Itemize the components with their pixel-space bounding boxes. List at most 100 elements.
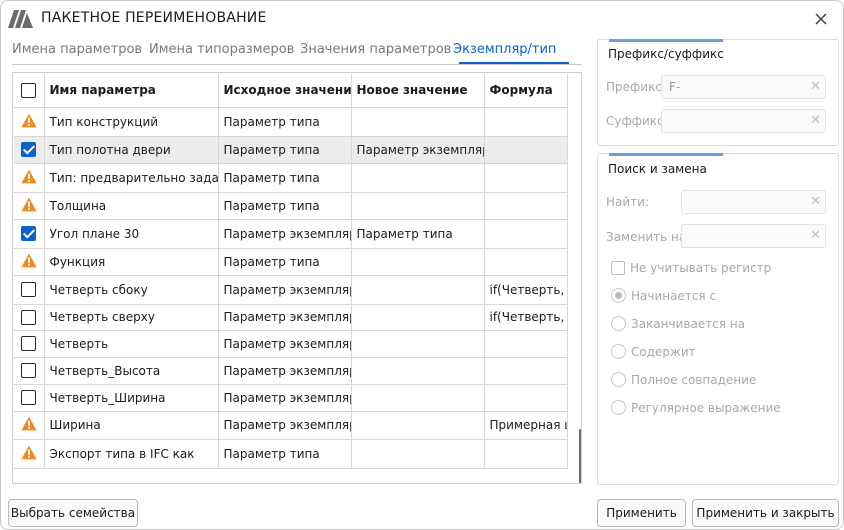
clear-replace-icon[interactable]: ✕ [810, 228, 821, 243]
column-header-new[interactable]: Новое значение [351, 74, 485, 108]
table-row[interactable]: Толщина Параметр типа [14, 192, 568, 220]
find-input[interactable]: ✕ [681, 190, 826, 214]
formula-cell[interactable]: if(Четверть, Че [484, 275, 568, 305]
formula-cell[interactable] [484, 439, 568, 469]
table-row[interactable]: Четверть сбоку Параметр экземпляра if(Четв… [14, 275, 568, 305]
formula-cell[interactable] [484, 384, 568, 412]
source-value-cell[interactable]: Параметр типа [218, 192, 352, 220]
column-header-name[interactable]: Имя параметра [44, 74, 219, 108]
formula-cell[interactable] [484, 107, 568, 137]
row-checkbox[interactable] [14, 136, 45, 164]
new-value-cell[interactable] [351, 275, 485, 305]
new-value-cell[interactable]: Параметр типа [351, 219, 485, 249]
parameter-name-cell[interactable]: Функция [44, 248, 219, 276]
formula-cell[interactable] [484, 357, 568, 385]
formula-cell[interactable] [484, 136, 568, 164]
table-row[interactable]: Тип: предварительно заданныПараметр типа [14, 163, 568, 193]
new-value-cell[interactable]: Параметр экземпляра [351, 136, 485, 164]
parameter-name-cell[interactable]: Экспорт типа в IFC как [44, 439, 219, 469]
new-value-cell[interactable] [351, 384, 485, 412]
table-row[interactable]: Угол плане 30 Параметр экземпляра Параметр… [14, 219, 568, 249]
tab-parameter-names[interactable]: Имена параметров [12, 42, 142, 57]
radio-regex[interactable] [611, 400, 626, 415]
table-row[interactable]: Четверть Параметр экземпляра [14, 330, 568, 358]
prefix-input[interactable]: F- ✕ [661, 75, 826, 99]
column-header-formula[interactable]: Формула [484, 74, 568, 108]
select-all-checkbox[interactable] [14, 74, 45, 108]
row-checkbox[interactable] [14, 357, 45, 385]
source-value-cell[interactable]: Параметр экземпляра [218, 275, 352, 305]
parameter-name-cell[interactable]: Тип полотна двери [44, 136, 219, 164]
source-value-cell[interactable]: Параметр типа [218, 248, 352, 276]
source-value-cell[interactable]: Параметр экземпляра [218, 219, 352, 249]
clear-prefix-icon[interactable]: ✕ [810, 79, 821, 94]
table-row[interactable]: Экспорт типа в IFC как Параметр типа [14, 439, 568, 469]
new-value-cell[interactable] [351, 107, 485, 137]
row-checkbox[interactable] [14, 330, 45, 358]
row-checkbox[interactable] [14, 275, 45, 305]
select-families-button[interactable]: Выбрать семейства [8, 499, 138, 527]
new-value-cell[interactable] [351, 330, 485, 358]
row-checkbox[interactable] [14, 384, 45, 412]
table-row[interactable]: Тип полотна двери Параметр типа Параметр э… [14, 136, 568, 164]
parameter-name-cell[interactable]: Четверть сверху [44, 304, 219, 331]
formula-cell[interactable] [484, 163, 568, 193]
new-value-cell[interactable] [351, 304, 485, 331]
radio-contains[interactable] [611, 344, 626, 359]
formula-cell[interactable] [484, 219, 568, 249]
parameter-name-cell[interactable]: Ширина [44, 411, 219, 440]
source-value-cell[interactable]: Параметр типа [218, 439, 352, 469]
close-icon[interactable] [807, 7, 835, 31]
source-value-cell[interactable]: Параметр типа [218, 107, 352, 137]
new-value-cell[interactable] [351, 411, 485, 440]
radio-exact-match[interactable] [611, 372, 626, 387]
formula-cell[interactable]: Примерная ши [484, 411, 568, 440]
parameter-name-cell[interactable]: Четверть сбоку [44, 275, 219, 305]
parameter-name-cell[interactable]: Четверть_Высота [44, 357, 219, 385]
apply-and-close-button[interactable]: Применить и закрыть [692, 499, 839, 527]
radio-ends-with[interactable] [611, 316, 626, 331]
tab-type-names[interactable]: Имена типоразмеров [149, 42, 294, 57]
formula-cell[interactable] [484, 248, 568, 276]
radio-starts-with[interactable] [611, 288, 626, 303]
formula-cell[interactable] [484, 192, 568, 220]
replace-input[interactable]: ✕ [681, 224, 826, 248]
clear-suffix-icon[interactable]: ✕ [810, 113, 821, 128]
table-row[interactable]: Четверть сверху Параметр экземпляра if(Чет… [14, 304, 568, 331]
clear-find-icon[interactable]: ✕ [810, 194, 821, 209]
row-checkbox[interactable] [14, 219, 45, 249]
formula-cell[interactable] [484, 330, 568, 358]
table-row[interactable]: ШиринаПараметр экземпляра Примерная ши [14, 411, 568, 440]
suffix-input[interactable]: ✕ [661, 109, 826, 133]
vertical-scrollbar[interactable] [579, 429, 581, 483]
new-value-cell[interactable] [351, 357, 485, 385]
tab-parameter-values[interactable]: Значения параметров [300, 42, 451, 57]
table-row[interactable]: Четверть_Высота Параметр экземпляра [14, 357, 568, 385]
source-value-cell[interactable]: Параметр экземпляра [218, 357, 352, 385]
parameter-name-cell[interactable]: Толщина [44, 192, 219, 220]
parameter-name-cell[interactable]: Тип: предварительно заданны [44, 163, 219, 193]
source-value-cell[interactable]: Параметр типа [218, 136, 352, 164]
source-value-cell[interactable]: Параметр экземпляра [218, 384, 352, 412]
formula-cell[interactable]: if(Четверть, Че [484, 304, 568, 331]
row-checkbox[interactable] [14, 304, 45, 331]
source-value-cell[interactable]: Параметр типа [218, 163, 352, 193]
new-value-cell[interactable] [351, 163, 485, 193]
parameter-name-cell[interactable]: Четверть [44, 330, 219, 358]
new-value-cell[interactable] [351, 192, 485, 220]
source-value-cell[interactable]: Параметр экземпляра [218, 411, 352, 440]
table-row[interactable]: Четверть_Ширина Параметр экземпляра [14, 384, 568, 412]
column-header-source[interactable]: Исходное значение [218, 74, 352, 108]
parameter-name-cell[interactable]: Угол плане 30 [44, 219, 219, 249]
new-value-cell[interactable] [351, 439, 485, 469]
table-row[interactable]: Функция Параметр типа [14, 248, 568, 276]
source-value-cell[interactable]: Параметр экземпляра [218, 304, 352, 331]
table-row[interactable]: Тип конструкций Параметр типа [14, 107, 568, 137]
parameter-name-cell[interactable]: Четверть_Ширина [44, 384, 219, 412]
apply-button[interactable]: Применить [597, 499, 686, 527]
new-value-cell[interactable] [351, 248, 485, 276]
source-value-cell[interactable]: Параметр экземпляра [218, 330, 352, 358]
tab-instance-type[interactable]: Экземпляр/тип [453, 42, 556, 57]
ignore-case-checkbox[interactable] [611, 261, 625, 275]
parameter-name-cell[interactable]: Тип конструкций [44, 107, 219, 137]
